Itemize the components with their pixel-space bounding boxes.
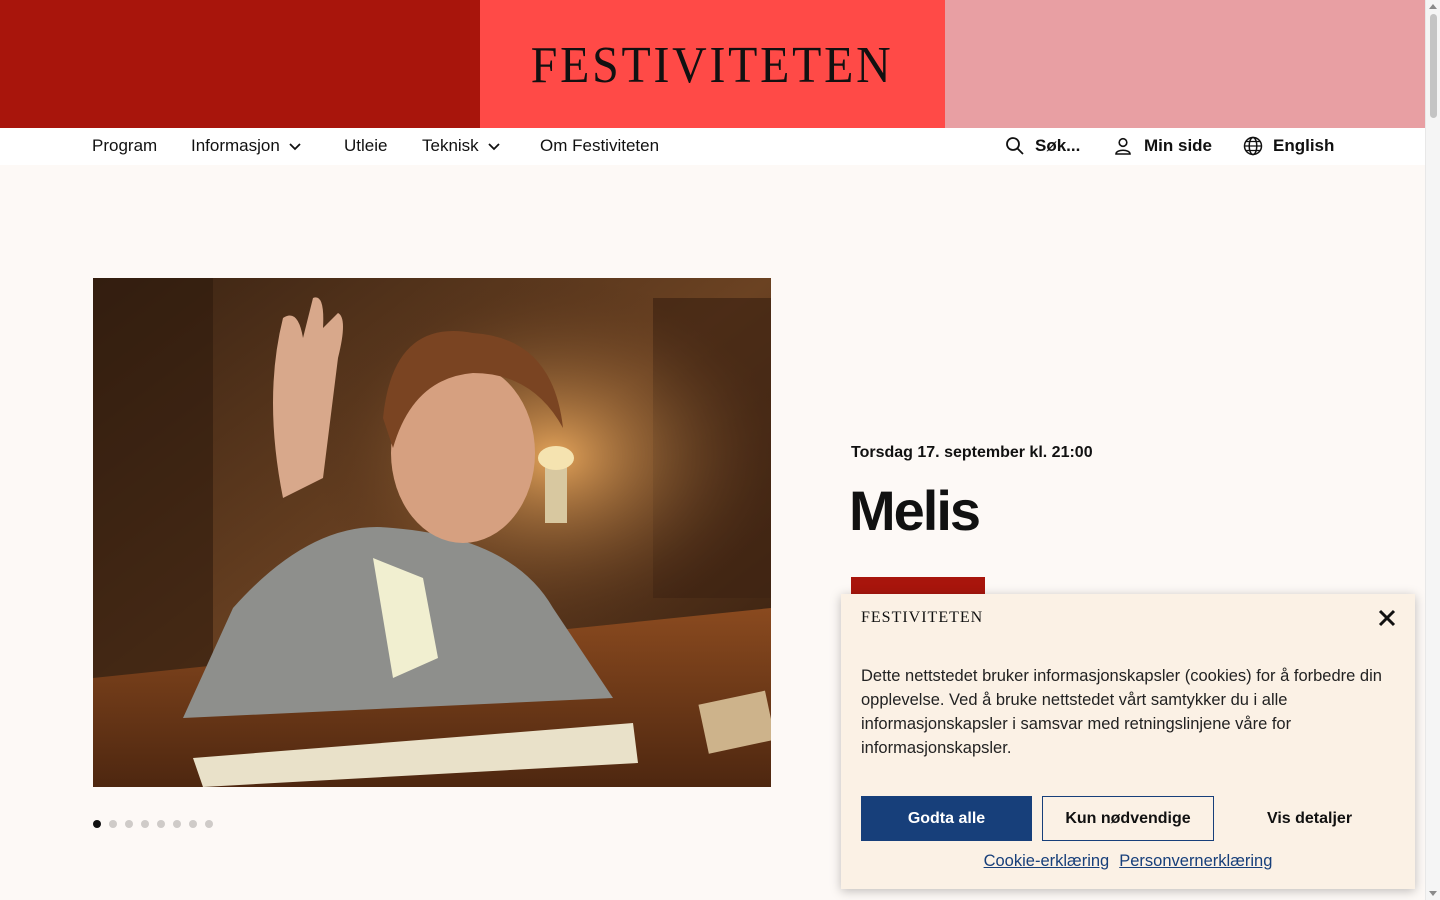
cookie-text: Dette nettstedet bruker informasjonskaps… (861, 667, 1382, 757)
carousel-dot[interactable] (109, 820, 117, 828)
header-band-right (945, 0, 1425, 128)
nav-item-program[interactable]: Program (92, 136, 157, 156)
chevron-down-icon (488, 143, 500, 151)
scroll-up-arrow-icon[interactable] (1429, 4, 1437, 9)
nav-item-om-festiviteten[interactable]: Om Festiviteten (540, 136, 659, 156)
nav-item-label: Teknisk (422, 136, 479, 155)
user-icon (1115, 137, 1131, 155)
language-label: English (1273, 136, 1335, 155)
globe-icon (1243, 136, 1263, 156)
search-icon (1006, 137, 1024, 155)
nav-item-label: Om Festiviteten (540, 136, 660, 155)
account-label: Min side (1144, 136, 1213, 155)
site-logo[interactable]: FESTIVITETEN (531, 36, 894, 95)
nav-item-label: Informasjon (191, 136, 280, 155)
chevron-down-icon (289, 143, 301, 151)
show-details-button[interactable]: Vis detaljer (1224, 796, 1395, 841)
accept-all-button[interactable]: Godta alle (861, 796, 1032, 841)
carousel-dot[interactable] (173, 820, 181, 828)
account-button[interactable]: Min side (1113, 136, 1212, 156)
event-date: Torsdag 17. september kl. 21:00 (851, 444, 1093, 461)
main-nav: Program Informasjon Utleie Teknisk Om Fe… (0, 128, 1425, 165)
carousel-dot[interactable] (157, 820, 165, 828)
necessary-only-button[interactable]: Kun nødvendige (1042, 796, 1214, 841)
carousel-dot[interactable] (141, 820, 149, 828)
carousel-dots (93, 820, 213, 828)
hero-image[interactable] (93, 278, 771, 787)
search-label: Søk... (1035, 136, 1081, 155)
cookie-logo: FESTIVITETEN (861, 609, 984, 626)
carousel-dot[interactable] (189, 820, 197, 828)
language-button[interactable]: English (1243, 136, 1334, 156)
cookie-dialog: FESTIVITETEN Dette nettstedet bruker inf… (841, 594, 1415, 889)
scroll-down-arrow-icon[interactable] (1429, 891, 1437, 896)
close-icon[interactable] (1377, 608, 1397, 628)
event-title: Melis (849, 479, 981, 542)
header-band-left (0, 0, 480, 128)
nav-item-label: Program (92, 136, 158, 155)
nav-item-label: Utleie (344, 136, 388, 155)
nav-item-utleie[interactable]: Utleie (344, 136, 387, 156)
page-scrollbar[interactable] (1425, 0, 1440, 900)
carousel-dot[interactable] (125, 820, 133, 828)
search-button[interactable]: Søk... (1005, 136, 1080, 156)
privacy-policy-link[interactable]: Personvernerklæring (1119, 852, 1272, 871)
scrollbar-thumb[interactable] (1430, 14, 1437, 118)
carousel-dot[interactable] (205, 820, 213, 828)
nav-item-teknisk[interactable]: Teknisk (422, 136, 501, 156)
cookie-links: Cookie-erklæring Personvernerklæring (841, 852, 1415, 871)
nav-item-informasjon[interactable]: Informasjon (191, 136, 302, 156)
hero-photo (93, 278, 771, 787)
header-band-center: FESTIVITETEN (480, 0, 945, 128)
carousel-dot[interactable] (93, 820, 101, 828)
cookie-policy-link[interactable]: Cookie-erklæring (984, 852, 1110, 871)
